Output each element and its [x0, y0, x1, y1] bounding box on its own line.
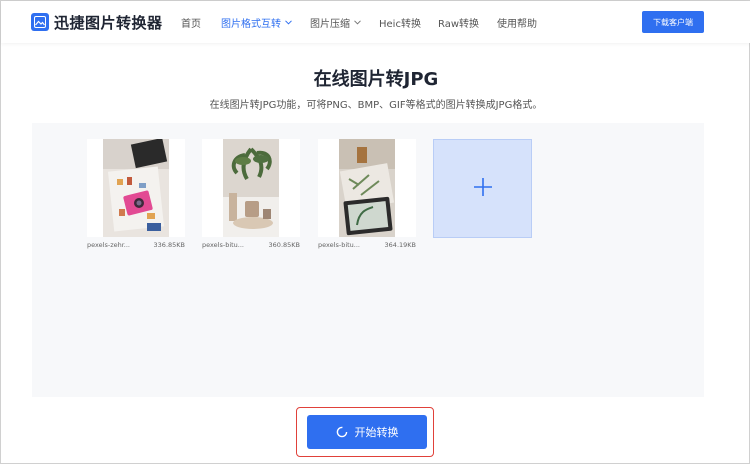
nav-item-raw[interactable]: Raw转换	[438, 15, 479, 30]
nav-item-label: 使用帮助	[497, 19, 537, 30]
start-convert-button[interactable]: 开始转换	[307, 415, 427, 449]
image-thumbnail	[202, 139, 300, 237]
image-thumbnail	[318, 139, 416, 237]
nav-item-label: 图片压缩	[310, 19, 350, 30]
nav-item-compress[interactable]: 图片压缩	[310, 15, 361, 30]
brand-logo[interactable]: 迅捷图片转换器	[31, 12, 163, 32]
file-meta: pexels-bitu... 360.85KB	[202, 241, 300, 249]
start-convert-label: 开始转换	[354, 426, 399, 439]
file-meta: pexels-bitu... 364.19KB	[318, 241, 416, 249]
top-header: 迅捷图片转换器 首页 图片格式互转 图片压缩 Heic转换 Raw转换 使用帮助…	[1, 1, 750, 43]
chevron-down-icon	[285, 20, 292, 25]
file-card[interactable]: pexels-bitu... 364.19KB	[318, 139, 416, 249]
file-name: pexels-zehr...	[87, 241, 130, 249]
nav-item-home[interactable]: 首页	[181, 15, 201, 30]
nav-item-label: 首页	[181, 19, 201, 30]
add-file-button[interactable]	[433, 139, 532, 238]
file-card[interactable]: pexels-bitu... 360.85KB	[202, 139, 300, 249]
page-subtitle: 在线图片转JPG功能，可将PNG、BMP、GIF等格式的图片转换成JPG格式。	[209, 100, 543, 111]
upload-area[interactable]: pexels-zehr... 336.85KB pexels-bitu... 3…	[32, 123, 704, 397]
nav-item-heic[interactable]: Heic转换	[379, 15, 421, 30]
plus-icon	[473, 177, 493, 201]
file-name: pexels-bitu...	[202, 241, 244, 249]
file-card[interactable]: pexels-zehr... 336.85KB	[87, 139, 185, 249]
nav-item-help[interactable]: 使用帮助	[497, 15, 537, 30]
file-size: 360.85KB	[268, 241, 300, 249]
nav-item-label: 图片格式互转	[221, 19, 281, 30]
nav-item-label: Raw转换	[438, 19, 480, 30]
chevron-down-icon	[354, 20, 361, 25]
nav-item-format-convert[interactable]: 图片格式互转	[221, 15, 292, 30]
image-thumbnail	[87, 139, 185, 237]
nav-item-label: Heic转换	[379, 19, 421, 30]
file-name: pexels-bitu...	[318, 241, 360, 249]
download-client-button[interactable]: 下载客户端	[642, 11, 704, 33]
page-title: 在线图片转JPG	[313, 69, 439, 90]
file-size: 364.19KB	[384, 241, 416, 249]
brand-name: 迅捷图片转换器	[54, 13, 163, 32]
loading-icon	[336, 426, 348, 438]
file-size: 336.85KB	[153, 241, 185, 249]
file-meta: pexels-zehr... 336.85KB	[87, 241, 185, 249]
picture-icon	[31, 13, 49, 31]
